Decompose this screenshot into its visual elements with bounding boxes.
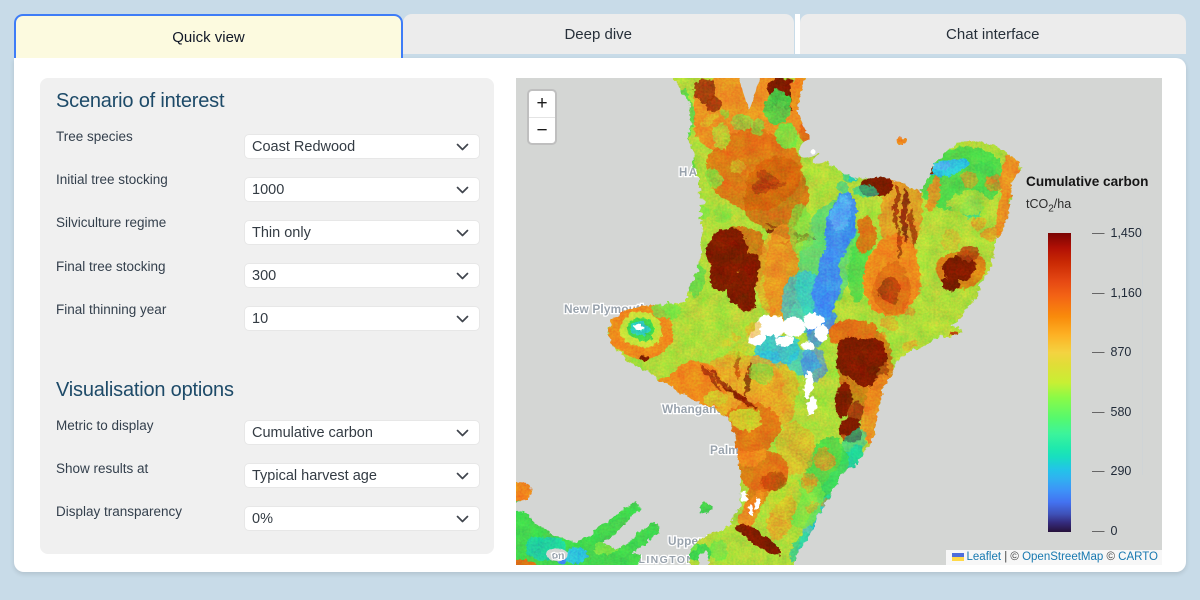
svg-text:on: on — [551, 550, 565, 562]
